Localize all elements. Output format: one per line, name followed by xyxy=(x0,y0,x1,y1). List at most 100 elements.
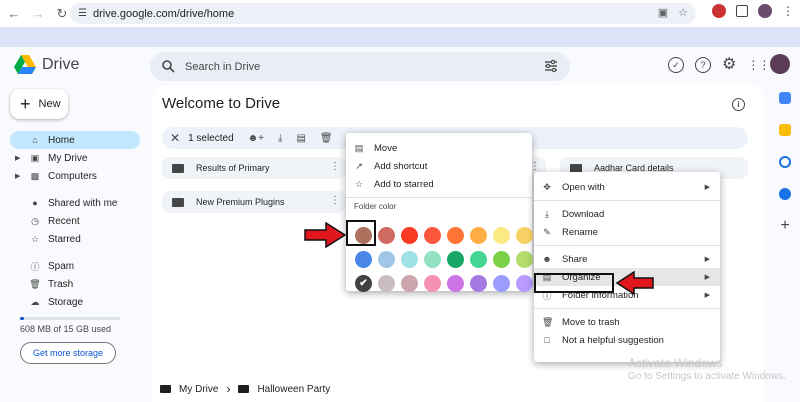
browser-menu-icon[interactable]: ⋮ xyxy=(782,4,794,18)
submenu-arrow-icon: ▶ xyxy=(704,184,710,191)
menu-item-download[interactable]: ⤓ Download xyxy=(534,205,720,223)
keep-icon[interactable] xyxy=(779,124,791,136)
folder-color-swatch[interactable] xyxy=(355,251,372,268)
menu-item-move[interactable]: ▤ Move xyxy=(346,139,532,157)
menu-item-add-to-starred[interactable]: ☆ Add to starred xyxy=(346,175,532,193)
folder-color-swatch[interactable] xyxy=(447,275,464,292)
submenu-arrow-icon: ▶ xyxy=(704,274,710,281)
help-icon[interactable]: ? xyxy=(695,57,711,73)
sidebar-item-home[interactable]: ⌂ Home xyxy=(10,131,140,149)
address-bar[interactable]: ☰ drive.google.com/drive/home ▣ ☆ xyxy=(70,3,696,24)
menu-item-move-to-trash[interactable]: 🗑 Move to trash xyxy=(534,313,720,331)
menu-item-label: Open with xyxy=(562,181,605,193)
search-input[interactable]: Search in Drive xyxy=(185,61,260,73)
drive-folder-icon xyxy=(160,385,171,393)
folder-color-swatch[interactable] xyxy=(401,275,418,292)
share-person-add-icon[interactable]: ☻+ xyxy=(248,133,264,144)
forward-icon[interactable]: → xyxy=(28,4,48,24)
folder-color-swatch[interactable] xyxy=(493,275,510,292)
folder-color-swatch[interactable] xyxy=(516,227,533,244)
expand-caret-icon[interactable]: ▶ xyxy=(15,172,20,180)
sidebar-item-shared[interactable]: ● Shared with me xyxy=(10,194,140,212)
folder-color-swatch[interactable] xyxy=(447,251,464,268)
extension-icon[interactable] xyxy=(712,4,726,18)
more-options-icon[interactable]: ⋮ xyxy=(330,195,340,206)
bookmark-star-icon[interactable]: ☆ xyxy=(678,6,688,19)
move-folder-icon[interactable]: ▤ xyxy=(296,133,305,144)
folder-color-swatch[interactable] xyxy=(516,251,533,268)
folder-color-swatch-checked[interactable]: ✔ xyxy=(355,275,372,292)
sidebar-item-storage[interactable]: ☁ Storage xyxy=(10,293,140,311)
sidebar-item-recent[interactable]: ◷ Recent xyxy=(10,212,140,230)
download-icon[interactable]: ⤓ xyxy=(278,133,282,144)
shortcut-icon: ↗ xyxy=(355,160,363,171)
menu-item-label: Move to trash xyxy=(562,316,620,328)
sidebar-item-computers[interactable]: ▶ ▩ Computers xyxy=(10,167,140,185)
drive-logo[interactable]: Drive xyxy=(14,55,79,75)
menu-item-not-helpful[interactable]: □ Not a helpful suggestion xyxy=(534,331,720,349)
folder-context-menu: ✥ Open with ▶ ⤓ Download ✎ Rename ☻ Shar… xyxy=(534,172,720,362)
get-more-storage-button[interactable]: Get more storage xyxy=(20,342,116,364)
folder-color-swatch[interactable] xyxy=(470,275,487,292)
breadcrumb-item[interactable]: My Drive xyxy=(179,384,218,395)
account-avatar[interactable] xyxy=(770,54,790,74)
menu-item-rename[interactable]: ✎ Rename xyxy=(534,223,720,241)
folder-color-swatch[interactable] xyxy=(378,227,395,244)
menu-item-label: Not a helpful suggestion xyxy=(562,334,664,346)
search-icon xyxy=(162,60,175,73)
folder-color-swatch[interactable] xyxy=(447,227,464,244)
folder-color-swatch[interactable] xyxy=(378,275,395,292)
breadcrumb-item[interactable]: Halloween Party xyxy=(257,384,330,395)
bookmark-bar xyxy=(0,27,800,47)
new-button[interactable]: + New xyxy=(10,89,68,119)
star-icon: ☆ xyxy=(354,178,364,189)
move-icon: ▤ xyxy=(354,142,364,153)
puzzle-icon[interactable] xyxy=(736,5,748,17)
sidebar-item-label: Home xyxy=(48,134,75,146)
menu-item-label: Add shortcut xyxy=(374,160,428,172)
search-bar[interactable]: Search in Drive xyxy=(150,52,570,81)
folder-color-swatch[interactable] xyxy=(424,275,441,292)
folder-color-swatch[interactable] xyxy=(401,251,418,268)
folder-color-swatch[interactable] xyxy=(493,251,510,268)
add-addon-icon[interactable]: + xyxy=(780,218,789,234)
menu-item-share[interactable]: ☻ Share ▶ xyxy=(534,250,720,268)
tasks-icon[interactable] xyxy=(779,156,791,168)
move-arrows-icon: ✥ xyxy=(543,181,551,192)
sidebar-item-trash[interactable]: 🗑 Trash xyxy=(10,275,140,293)
folder-color-swatch[interactable] xyxy=(424,251,441,268)
cloud-icon: ☁ xyxy=(30,296,40,307)
new-button-label: New xyxy=(38,98,61,110)
sidebar-item-my-drive[interactable]: ▶ ▣ My Drive xyxy=(10,149,140,167)
folder-color-swatch[interactable] xyxy=(516,275,533,292)
folder-color-swatch[interactable] xyxy=(424,227,441,244)
sidebar-item-spam[interactable]: ⓘ Spam xyxy=(10,257,140,275)
folder-color-swatch[interactable] xyxy=(470,227,487,244)
profile-icon[interactable] xyxy=(758,4,772,18)
folder-color-swatch[interactable] xyxy=(401,227,418,244)
delete-icon[interactable]: 🗑 xyxy=(320,133,333,144)
calendar-icon[interactable] xyxy=(779,92,791,104)
more-options-icon[interactable]: ⋮ xyxy=(330,161,340,172)
clear-selection-icon[interactable]: ✕ xyxy=(170,131,180,145)
info-icon[interactable]: i xyxy=(732,98,745,111)
folder-color-swatch[interactable] xyxy=(493,227,510,244)
folder-card[interactable]: New Premium Plugins ⋮ xyxy=(162,191,346,213)
offline-status-icon[interactable]: ✓ xyxy=(668,57,684,73)
site-info-icon[interactable]: ☰ xyxy=(78,8,87,19)
cast-icon[interactable]: ▣ xyxy=(658,6,668,19)
sidebar-item-label: Spam xyxy=(48,260,75,272)
reload-icon[interactable]: ↻ xyxy=(52,4,72,24)
settings-gear-icon[interactable]: ⚙ xyxy=(722,57,736,73)
contacts-icon[interactable] xyxy=(779,188,791,200)
folder-card[interactable]: Results of Primary ⋮ xyxy=(162,157,346,179)
sidebar-item-starred[interactable]: ☆ Starred xyxy=(10,230,140,248)
app-name: Drive xyxy=(42,56,80,73)
folder-color-swatch[interactable] xyxy=(378,251,395,268)
menu-item-open-with[interactable]: ✥ Open with ▶ xyxy=(534,178,720,196)
expand-caret-icon[interactable]: ▶ xyxy=(15,154,20,162)
menu-item-add-shortcut[interactable]: ↗ Add shortcut xyxy=(346,157,532,175)
search-options-icon[interactable] xyxy=(544,59,558,73)
folder-color-swatch[interactable] xyxy=(470,251,487,268)
back-icon[interactable]: ← xyxy=(4,4,24,24)
